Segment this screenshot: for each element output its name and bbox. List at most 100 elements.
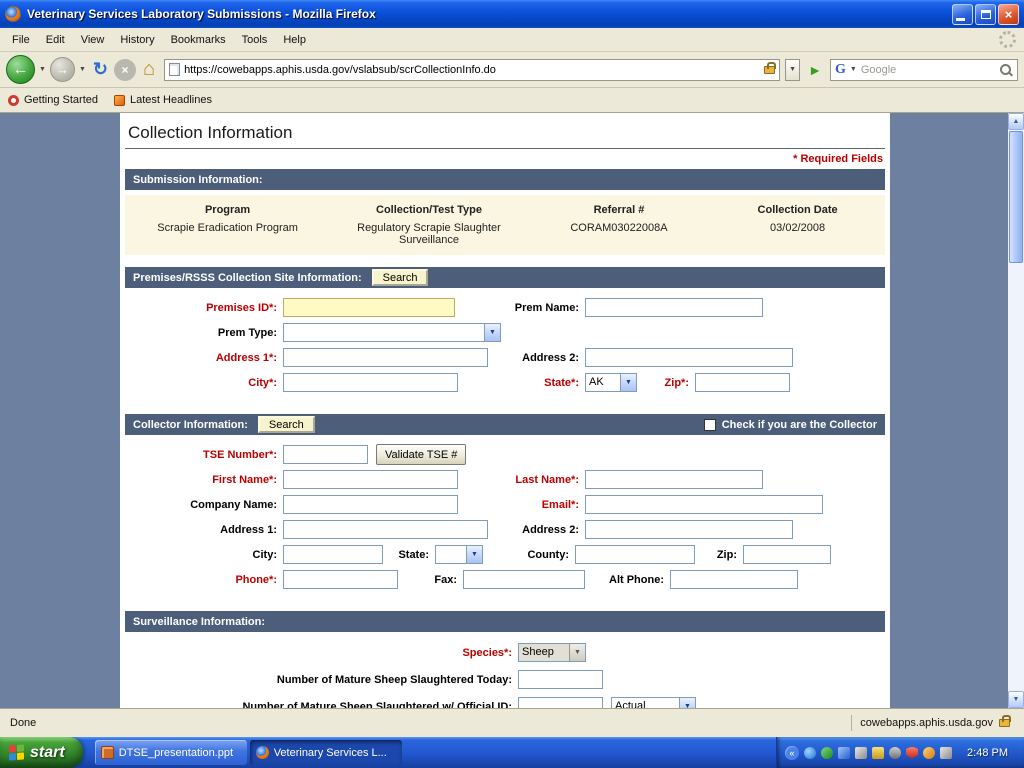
- search-icon[interactable]: [999, 63, 1013, 77]
- tray-icon[interactable]: [838, 747, 850, 759]
- collector-state-select[interactable]: ▼: [435, 545, 483, 564]
- fax-input[interactable]: [463, 570, 585, 589]
- section-header-label: Premises/RSSS Collection Site Informatio…: [133, 272, 362, 284]
- tray-collapse-chevron[interactable]: «: [785, 746, 799, 760]
- premises-state-select[interactable]: AK ▼: [585, 373, 637, 392]
- section-header-label: Submission Information:: [133, 174, 263, 186]
- search-engine-dropdown[interactable]: ▼: [849, 66, 858, 73]
- premises-zip-input[interactable]: [695, 373, 790, 392]
- tray-icon[interactable]: [804, 747, 816, 759]
- back-history-dropdown[interactable]: ▼: [38, 66, 47, 73]
- url-input[interactable]: [184, 64, 760, 76]
- collector-zip-input[interactable]: [743, 545, 831, 564]
- fax-label: Fax:: [398, 574, 463, 586]
- collector-address2-label: Address 2:: [488, 524, 585, 536]
- tray-icon[interactable]: [906, 747, 918, 759]
- tray-icon[interactable]: [821, 747, 833, 759]
- chevron-down-icon: ▼: [679, 698, 695, 708]
- collector-city-input[interactable]: [283, 545, 383, 564]
- prem-name-input[interactable]: [585, 298, 763, 317]
- collector-county-input[interactable]: [575, 545, 695, 564]
- scrollbar-thumb[interactable]: [1009, 131, 1023, 263]
- menu-edit[interactable]: Edit: [38, 30, 73, 50]
- slaughtered-today-input[interactable]: [518, 670, 603, 689]
- validate-tse-button[interactable]: Validate TSE #: [376, 444, 466, 465]
- back-button[interactable]: ←: [6, 55, 35, 84]
- firefox-icon: [256, 746, 269, 759]
- species-select[interactable]: Sheep ▼: [518, 643, 586, 662]
- task-firefox[interactable]: Veterinary Services L...: [250, 740, 402, 765]
- slaughtered-official-id-label: Number of Mature Sheep Slaughtered w/ Of…: [125, 701, 518, 709]
- stop-button[interactable]: ×: [114, 59, 136, 81]
- collector-section-header: Collector Information: Search Check if y…: [125, 414, 885, 435]
- menu-bookmarks[interactable]: Bookmarks: [163, 30, 234, 50]
- email-label: Email*:: [458, 499, 585, 511]
- close-button[interactable]: ×: [998, 4, 1019, 25]
- collection-date-value: 03/02/2008: [710, 219, 885, 249]
- collector-city-label: City:: [125, 549, 283, 561]
- go-button[interactable]: ►: [803, 62, 827, 78]
- taskbar: start DTSE_presentation.ppt Veterinary S…: [0, 737, 1024, 768]
- premises-address1-input[interactable]: [283, 348, 488, 367]
- email-input[interactable]: [585, 495, 823, 514]
- first-name-input[interactable]: [283, 470, 458, 489]
- collector-address1-input[interactable]: [283, 520, 488, 539]
- phone-input[interactable]: [283, 570, 398, 589]
- form-row: Number of Mature Sheep Slaughtered w/ Of…: [125, 693, 885, 708]
- restore-button[interactable]: [975, 4, 996, 25]
- tse-number-input[interactable]: [283, 445, 368, 464]
- scroll-up-icon: ▲: [1013, 118, 1020, 125]
- form-row: Premises ID*: Prem Name:: [125, 295, 885, 320]
- google-engine-icon[interactable]: G: [835, 62, 846, 78]
- bookmark-getting-started[interactable]: Getting Started: [8, 94, 98, 106]
- task-powerpoint[interactable]: DTSE_presentation.ppt: [95, 740, 247, 765]
- bookmark-label: Latest Headlines: [130, 94, 212, 106]
- menu-view[interactable]: View: [73, 30, 113, 50]
- forward-button[interactable]: →: [50, 57, 75, 82]
- collector-county-label: County:: [483, 549, 575, 561]
- menu-history[interactable]: History: [112, 30, 162, 50]
- start-button[interactable]: start: [0, 737, 83, 768]
- prem-type-select[interactable]: ▼: [283, 323, 501, 342]
- forward-history-dropdown[interactable]: ▼: [78, 66, 87, 73]
- count-type-select[interactable]: Actual ▼: [611, 697, 696, 708]
- minimize-button[interactable]: [952, 4, 973, 25]
- close-icon: ×: [1005, 7, 1013, 22]
- tray-icon[interactable]: [872, 747, 884, 759]
- menu-file[interactable]: File: [4, 30, 38, 50]
- menu-help[interactable]: Help: [275, 30, 314, 50]
- last-name-input[interactable]: [585, 470, 763, 489]
- premises-city-input[interactable]: [283, 373, 458, 392]
- tray-icon[interactable]: [923, 747, 935, 759]
- form-row: Address 1*: Address 2:: [125, 345, 885, 370]
- search-input[interactable]: [861, 64, 996, 76]
- form-row: City*: State*: AK ▼ Zip*:: [125, 370, 885, 395]
- form-row: Phone*: Fax: Alt Phone:: [125, 567, 885, 592]
- premises-search-button[interactable]: Search: [372, 269, 429, 286]
- collector-search-button[interactable]: Search: [258, 416, 315, 433]
- collector-address2-input[interactable]: [585, 520, 793, 539]
- collector-form: TSE Number*: Validate TSE # First Name*:…: [120, 435, 890, 599]
- lock-icon: [999, 719, 1010, 727]
- premises-id-input[interactable]: [283, 298, 455, 317]
- url-bar: [164, 59, 780, 81]
- surveillance-section-header: Surveillance Information:: [125, 611, 885, 632]
- scroll-up-button[interactable]: ▲: [1008, 113, 1024, 130]
- reload-button[interactable]: ↻: [90, 59, 111, 80]
- scroll-down-button[interactable]: ▼: [1008, 691, 1024, 708]
- tray-icon[interactable]: [855, 747, 867, 759]
- collection-test-type-value: Regulatory Scrapie Slaughter Surveillanc…: [330, 219, 528, 249]
- home-button[interactable]: ⌂: [139, 58, 159, 81]
- alt-phone-input[interactable]: [670, 570, 798, 589]
- url-dropdown-button[interactable]: ▼: [785, 59, 800, 81]
- premises-address2-input[interactable]: [585, 348, 793, 367]
- tray-icon[interactable]: [889, 747, 901, 759]
- menu-tools[interactable]: Tools: [234, 30, 276, 50]
- company-name-input[interactable]: [283, 495, 458, 514]
- vertical-scrollbar[interactable]: ▲ ▼: [1008, 113, 1024, 708]
- tray-icon[interactable]: [940, 747, 952, 759]
- slaughtered-official-id-input[interactable]: [518, 697, 603, 708]
- collector-self-checkbox[interactable]: [704, 419, 716, 431]
- table-header-row: Program Collection/Test Type Referral # …: [125, 199, 885, 219]
- bookmark-latest-headlines[interactable]: Latest Headlines: [114, 94, 212, 106]
